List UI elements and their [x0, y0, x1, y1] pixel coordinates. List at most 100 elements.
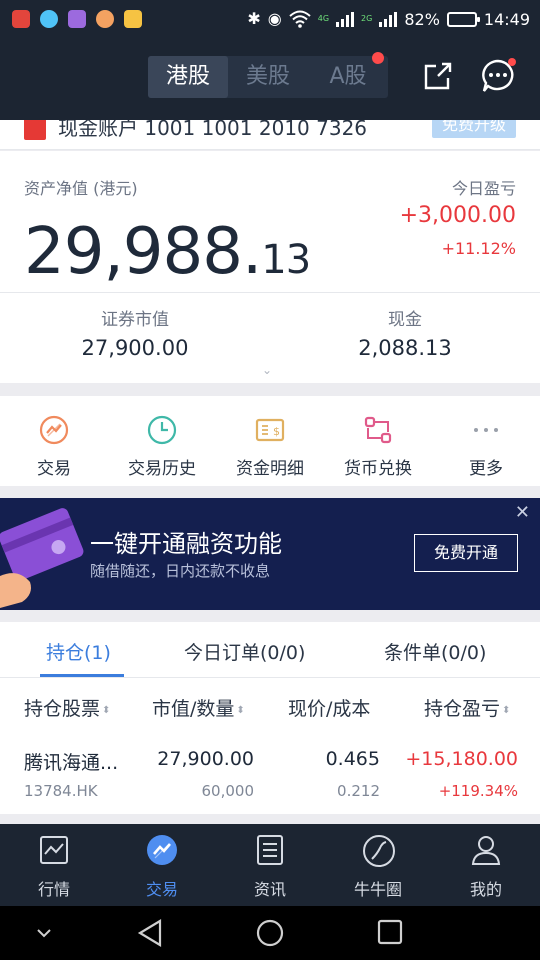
sort-icon: ⬍ [236, 705, 245, 716]
chevron-down-icon[interactable] [34, 926, 54, 940]
battery-icon [446, 11, 480, 27]
market-value-label: 证券市值 [101, 310, 169, 330]
quick-actions: 交易 交易历史 $ 资金明细 货币兑换 更多 [0, 396, 540, 486]
net-value-int: 29,988. [24, 215, 262, 289]
recents-icon[interactable] [376, 918, 404, 946]
action-trade-label: 交易 [37, 459, 71, 479]
sort-icon: ⬍ [502, 705, 511, 716]
tab-a-label: A股 [329, 64, 367, 89]
banner-title: 一键开通融资功能 [90, 530, 282, 558]
action-fund-detail-label: 资金明细 [236, 459, 304, 479]
weibo-icon [12, 10, 30, 28]
tab-holdings[interactable]: 持仓(1) [46, 638, 111, 665]
nav-trade-label: 交易 [145, 880, 178, 899]
stock-code: 13784.HK [24, 782, 98, 800]
action-more[interactable]: 更多 [432, 396, 540, 486]
col-header-pl-label: 持仓盈亏 [424, 698, 501, 720]
col-header-price-cost: 现价/成本 [288, 694, 370, 721]
nav-market[interactable]: 行情 [0, 824, 108, 906]
tab-hk-stocks[interactable]: 港股 [148, 56, 228, 98]
nav-profile[interactable]: 我的 [432, 824, 540, 906]
action-currency-exchange[interactable]: 货币兑换 [324, 396, 432, 486]
clock-time: 14:49 [483, 9, 530, 29]
cash-block: 现金 2,088.13 [270, 305, 540, 360]
network-label-4g: 4G [317, 14, 330, 23]
col-header-value-qty-label: 市值/数量 [152, 698, 235, 720]
today-pl-label: 今日盈亏 [451, 179, 516, 198]
action-more-label: 更多 [469, 459, 503, 479]
bottom-nav: 行情 交易 资讯 牛牛圈 我的 [0, 824, 540, 906]
action-trade-history-label: 交易历史 [128, 459, 196, 479]
sort-icon: ⬍ [102, 705, 111, 716]
positions-panel: 持仓(1) 今日订单(0/0) 条件单(0/0) 持仓股票 ⬍ 市值/数量 ⬍ 现价… [0, 622, 540, 814]
news-icon [257, 835, 283, 865]
asset-summary: 资产净值 (港元) 29,988.13 今日盈亏 +3,000.00 +11.1… [0, 151, 540, 383]
network-labels: 4G 4G [318, 15, 329, 23]
credit-card-illustration [0, 508, 84, 608]
app-header: 港股 美股 A股 [0, 38, 540, 120]
tab-today-orders[interactable]: 今日订单(0/0) [184, 638, 305, 665]
svg-text:$: $ [273, 425, 280, 438]
heart-app-icon [40, 10, 58, 28]
clock-icon [147, 415, 177, 445]
wifi-icon [289, 10, 311, 28]
cash-label: 现金 [388, 310, 422, 330]
fund-detail-icon: $ [255, 418, 285, 442]
trade-icon [39, 415, 69, 445]
market-value: 27,900.00 [81, 336, 189, 360]
nav-trade[interactable]: 交易 [108, 824, 216, 906]
action-trade[interactable]: 交易 [0, 396, 108, 486]
home-icon[interactable] [255, 918, 285, 948]
tab-us-stocks[interactable]: 美股 [228, 56, 308, 98]
action-currency-exchange-label: 货币兑换 [344, 459, 412, 479]
enable-financing-button[interactable]: 免费开通 [414, 534, 518, 572]
col-header-value-qty[interactable]: 市值/数量 ⬍ [152, 694, 245, 721]
account-strip[interactable]: 现金账户 1001 1001 2010 7326 免费升级 [0, 120, 540, 150]
account-number: 现金账户 1001 1001 2010 7326 [58, 120, 368, 140]
col-header-pl[interactable]: 持仓盈亏 ⬍ [424, 694, 510, 721]
nav-market-label: 行情 [37, 880, 70, 899]
action-trade-history[interactable]: 交易历史 [108, 396, 216, 486]
position-pl-percent: +119.34% [438, 782, 518, 800]
chart-icon [40, 836, 68, 864]
upgrade-button[interactable]: 免费升级 [431, 120, 516, 138]
net-value: 29,988.13 [24, 215, 311, 289]
tab-conditional-orders[interactable]: 条件单(0/0) [384, 638, 486, 665]
nav-community[interactable]: 牛牛圈 [324, 824, 432, 906]
positions-tabs: 持仓(1) 今日订单(0/0) 条件单(0/0) [0, 622, 540, 678]
divider [0, 292, 540, 293]
photo-app-icon [68, 10, 86, 28]
system-nav-bar [0, 906, 540, 960]
notification-dot [372, 52, 384, 64]
market-tabs: 港股 美股 A股 [148, 52, 388, 98]
nav-news[interactable]: 资讯 [216, 824, 324, 906]
signal-icon-2 [379, 11, 398, 27]
quantity-cell: 60,000 [201, 782, 255, 800]
profile-icon [471, 836, 501, 865]
banner-subtitle: 随借随还，日内还款不收息 [90, 562, 271, 580]
market-value-block: 证券市值 27,900.00 [0, 305, 270, 360]
col-header-stock[interactable]: 持仓股票 ⬍ [24, 694, 110, 721]
community-icon [363, 835, 395, 867]
bluetooth-icon: ✱ [247, 9, 261, 28]
market-value-cell: 27,900.00 [157, 748, 254, 770]
expand-chevron-icon[interactable]: ⌄ [262, 363, 272, 377]
network-label-2g: 2G [361, 14, 373, 23]
battery-percent: 82% [404, 9, 440, 29]
share-icon[interactable] [420, 58, 456, 94]
close-icon[interactable]: ✕ [515, 502, 530, 523]
nav-profile-label: 我的 [469, 880, 502, 899]
exchange-icon [364, 416, 392, 444]
net-value-dec: 13 [261, 237, 311, 283]
col-header-price-cost-label: 现价/成本 [288, 698, 371, 720]
financing-banner[interactable]: 一键开通融资功能 随借随还，日内还款不收息 免费开通 ✕ [0, 498, 540, 610]
net-value-label: 资产净值 (港元) [24, 179, 138, 198]
tab-us-label: 美股 [245, 64, 290, 89]
nav-news-label: 资讯 [253, 880, 286, 899]
trade-icon [147, 835, 177, 865]
price-cell: 0.465 [325, 748, 380, 770]
message-icon[interactable] [480, 58, 516, 94]
back-icon[interactable] [136, 918, 164, 948]
tab-a-shares[interactable]: A股 [308, 52, 388, 98]
action-fund-detail[interactable]: $ 资金明细 [216, 396, 324, 486]
